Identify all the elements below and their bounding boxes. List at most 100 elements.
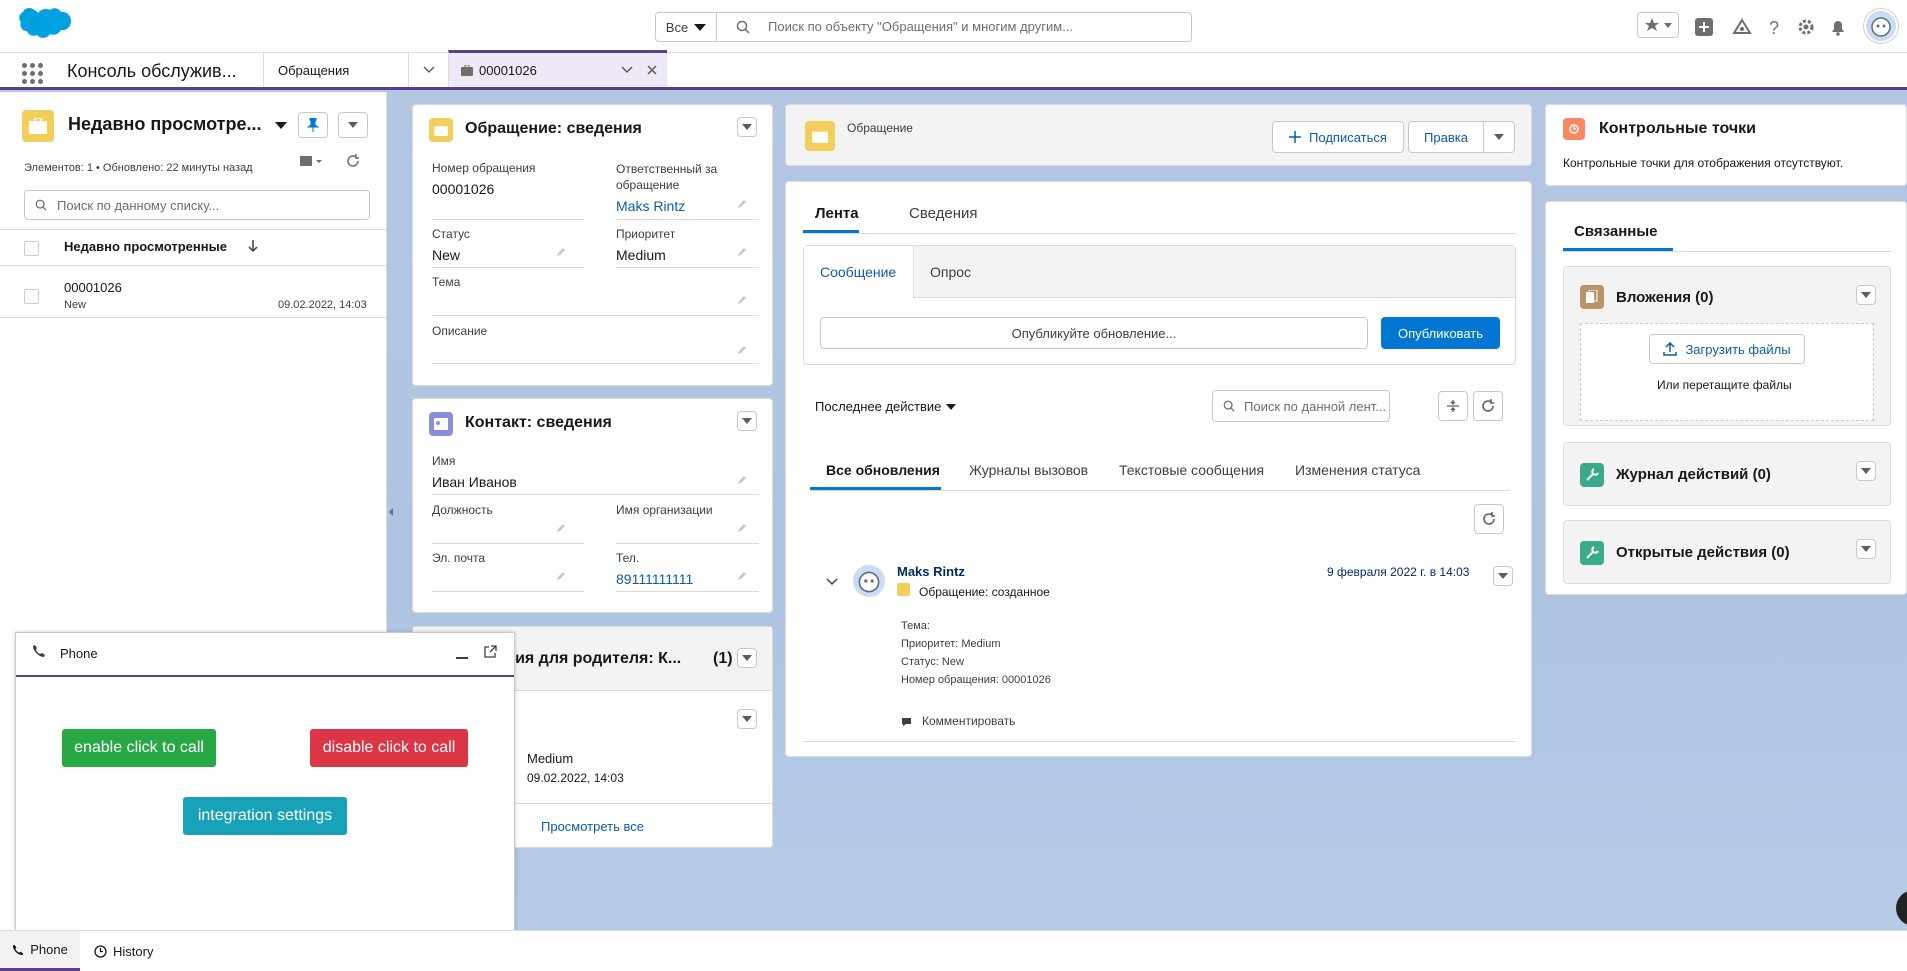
column-header[interactable]: Недавно просмотренные <box>64 239 227 254</box>
field-underline <box>432 315 759 316</box>
list-search-input[interactable]: Поиск по данному списку... <box>24 190 370 220</box>
filter-status-changes[interactable]: Изменения статуса <box>1295 462 1420 478</box>
view-all-link[interactable]: Просмотреть все <box>541 819 644 834</box>
tab-record-00001026[interactable]: 00001026 <box>448 50 667 87</box>
owner-link[interactable]: Maks Rintz <box>616 198 685 214</box>
disable-click-to-call-button[interactable]: disable click to call <box>310 729 468 767</box>
pencil-icon[interactable] <box>737 247 747 257</box>
help-icon[interactable]: ? <box>1764 17 1784 37</box>
pencil-icon[interactable] <box>556 247 566 257</box>
pencil-icon[interactable] <box>556 571 566 581</box>
favorites-button[interactable] <box>1637 12 1679 38</box>
display-as-icon[interactable] <box>300 154 324 168</box>
section-title[interactable]: Открытые действия (0) <box>1616 544 1790 561</box>
edit-button[interactable]: Правка <box>1408 121 1484 153</box>
tab-details[interactable]: Сведения <box>909 205 978 222</box>
case-number-value: 00001026 <box>432 181 495 197</box>
card-menu-button[interactable] <box>737 648 757 668</box>
row-case-number[interactable]: 00001026 <box>64 280 122 295</box>
utility-phone[interactable]: Phone <box>0 931 80 971</box>
card-menu-button[interactable] <box>737 411 757 431</box>
list-switcher-icon[interactable] <box>275 122 287 129</box>
tab-feed[interactable]: Лента <box>815 205 859 222</box>
refresh-updates-button[interactable] <box>1474 504 1504 534</box>
publish-button[interactable]: Опубликовать <box>1381 317 1500 349</box>
enable-click-to-call-button[interactable]: enable click to call <box>62 729 216 767</box>
pencil-icon[interactable] <box>737 295 747 305</box>
global-search[interactable]: Все Поиск по объекту "Обращения" и многи… <box>655 12 1192 42</box>
file-drop-zone[interactable]: Загрузить файлы Или перетащите файлы <box>1580 323 1874 421</box>
list-item[interactable]: 00001026 New 09.02.2022, 14:03 <box>0 266 386 318</box>
pencil-icon[interactable] <box>737 475 747 485</box>
sort-select[interactable]: Последнее действие <box>815 399 941 414</box>
avatar[interactable] <box>1864 9 1898 43</box>
refresh-feed-button[interactable] <box>1473 391 1503 421</box>
card-menu-button[interactable] <box>737 117 757 137</box>
integration-settings-button[interactable]: integration settings <box>183 797 347 835</box>
search-scope-select[interactable]: Все <box>656 13 717 41</box>
gear-icon[interactable] <box>1796 17 1816 37</box>
more-actions-button[interactable] <box>1483 121 1515 153</box>
row-checkbox[interactable] <box>24 289 39 304</box>
refresh-icon[interactable] <box>346 154 360 168</box>
post-date-link[interactable]: 9 февраля 2022 г. в 14:03 <box>1327 565 1469 579</box>
popout-icon[interactable] <box>484 645 497 658</box>
divider <box>0 229 386 230</box>
phone-link[interactable]: 89111111111 <box>616 571 693 587</box>
utility-history[interactable]: History <box>94 931 166 971</box>
tab-related[interactable]: Связанные <box>1574 223 1657 240</box>
field-label: Статус <box>432 227 470 241</box>
section-title[interactable]: Вложения (0) <box>1616 289 1713 306</box>
attachments-icon <box>1580 285 1604 309</box>
arrow-down-icon[interactable] <box>248 239 258 253</box>
case-icon <box>461 64 473 76</box>
bell-icon[interactable] <box>1828 17 1848 37</box>
section-menu-button[interactable] <box>1856 539 1876 559</box>
follow-button[interactable]: Подписаться <box>1272 121 1404 153</box>
comment-link[interactable]: Комментировать <box>922 714 1015 728</box>
pencil-icon[interactable] <box>737 345 747 355</box>
filter-call-logs[interactable]: Журналы вызовов <box>969 462 1088 478</box>
section-menu-button[interactable] <box>1856 285 1876 305</box>
app-launcher-icon[interactable] <box>22 63 44 84</box>
field-label: Тема <box>432 275 461 289</box>
chevron-down-icon[interactable] <box>621 66 633 74</box>
tab-poll[interactable]: Опрос <box>930 264 971 280</box>
divider <box>803 233 1516 234</box>
filter-text-messages[interactable]: Текстовые сообщения <box>1119 462 1264 478</box>
pencil-icon[interactable] <box>737 523 747 533</box>
section-title[interactable]: Журнал действий (0) <box>1616 466 1771 483</box>
add-icon[interactable] <box>1694 17 1714 37</box>
trailhead-icon[interactable] <box>1732 17 1752 37</box>
salesforce-logo-icon[interactable] <box>14 8 72 46</box>
select-all-checkbox[interactable] <box>24 241 39 256</box>
search-icon <box>736 20 750 34</box>
tab-cases[interactable]: Обращения <box>263 53 408 87</box>
tab-menu-button[interactable] <box>408 53 448 87</box>
star-icon <box>1645 18 1659 31</box>
post-actions-button[interactable] <box>1493 566 1513 586</box>
section-menu-button[interactable] <box>1856 461 1876 481</box>
pencil-icon[interactable] <box>737 199 747 209</box>
chevron-down-icon[interactable] <box>946 404 956 410</box>
pencil-icon[interactable] <box>556 523 566 533</box>
contact-details-card: Контакт: сведения Имя Иван Иванов Должно… <box>412 398 773 613</box>
collapse-panel-icon[interactable] <box>388 507 394 517</box>
list-actions-button[interactable] <box>338 112 368 138</box>
close-icon[interactable] <box>647 65 657 75</box>
post-input[interactable]: Опубликуйте обновление... <box>820 317 1368 349</box>
feed-search-input[interactable]: Поиск по данной лент... <box>1212 390 1390 422</box>
collapse-all-button[interactable] <box>1438 391 1468 421</box>
upload-files-button[interactable]: Загрузить файлы <box>1649 334 1805 364</box>
tab-message[interactable]: Сообщение <box>820 264 896 280</box>
filter-all-updates[interactable]: Все обновления <box>826 462 940 478</box>
chevron-down-icon[interactable] <box>826 578 838 586</box>
post-author-link[interactable]: Maks Rintz <box>897 564 965 579</box>
minimize-icon[interactable] <box>456 657 468 659</box>
row-actions-button[interactable] <box>737 709 757 729</box>
pencil-icon[interactable] <box>737 571 747 581</box>
avatar[interactable] <box>853 565 885 597</box>
pin-button[interactable] <box>298 112 328 138</box>
user-avatar-icon <box>1871 17 1891 37</box>
search-input[interactable]: Поиск по объекту "Обращения" и многим др… <box>768 19 1073 34</box>
